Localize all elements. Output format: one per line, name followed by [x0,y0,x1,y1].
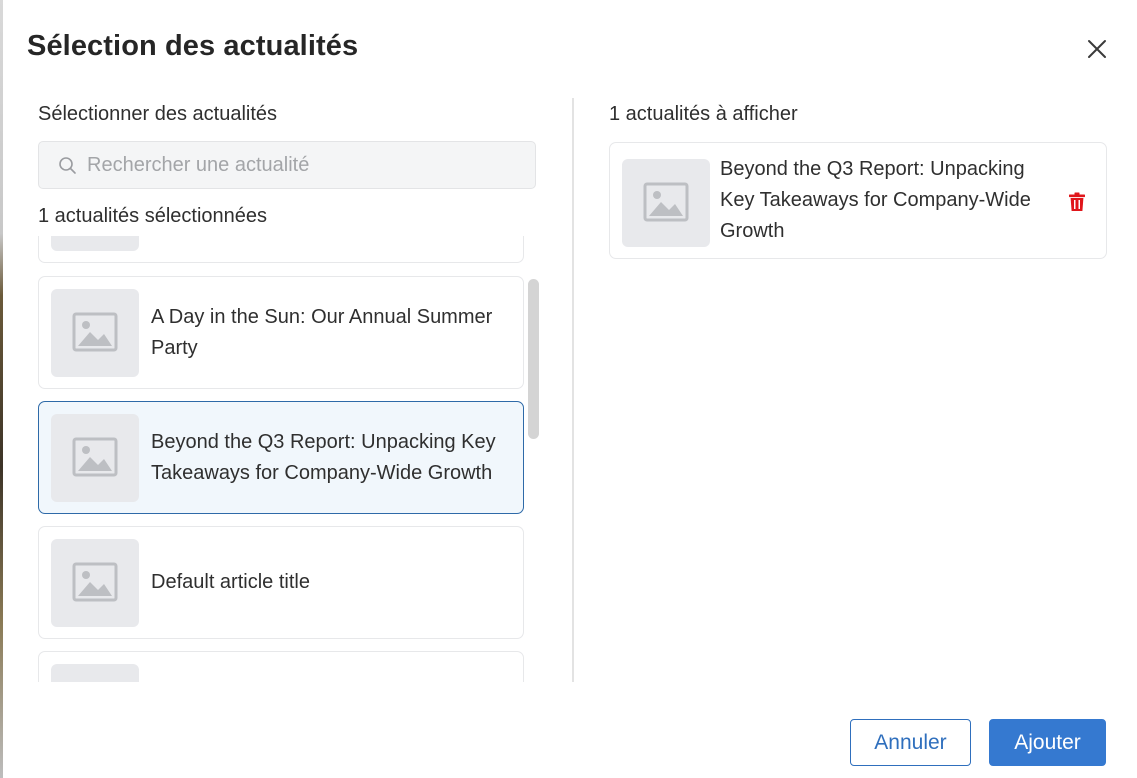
close-icon [1088,40,1106,58]
display-article-title: Beyond the Q3 Report: Unpacking Key Take… [720,158,1031,242]
article-title [151,236,511,262]
article-thumbnail [622,159,710,247]
article-card[interactable]: A Day in the Sun: Our Annual Summer Part… [38,276,524,389]
cancel-button[interactable]: Annuler [850,719,971,766]
close-button[interactable] [1084,36,1110,62]
display-article-card: Beyond the Q3 Report: Unpacking Key Take… [609,142,1107,259]
article-title: Beyond the Q3 Report: Unpacking Key Take… [151,430,496,484]
search-input[interactable] [87,142,527,188]
article-title: Default article title [151,571,310,593]
image-placeholder-icon [72,312,118,352]
select-news-label: Sélectionner des actualités [38,103,278,125]
selected-count-label: 1 actualités sélectionnées [38,205,268,227]
article-thumbnail [51,414,139,502]
article-card[interactable]: Default article title [38,526,524,639]
article-card[interactable] [38,651,524,682]
display-count-label: 1 actualités à afficher [609,103,798,125]
search-box[interactable] [38,141,536,189]
image-placeholder-icon [72,562,118,602]
search-icon [59,157,76,174]
list-scrollbar[interactable] [528,279,539,439]
article-thumbnail [51,539,139,627]
article-title [151,652,511,682]
news-selection-dialog: Sélection des actualités Sélectionner de… [3,0,1137,778]
article-thumbnail [51,236,139,251]
panel-divider [572,98,574,682]
article-title: A Day in the Sun: Our Annual Summer Part… [151,305,493,359]
image-placeholder-icon [72,437,118,477]
article-card-selected[interactable]: Beyond the Q3 Report: Unpacking Key Take… [38,401,524,514]
add-button[interactable]: Ajouter [989,719,1106,766]
article-thumbnail [51,664,139,682]
article-list[interactable]: A Day in the Sun: Our Annual Summer Part… [38,236,530,682]
article-thumbnail [51,289,139,377]
dialog-title: Sélection des actualités [27,30,359,62]
article-card[interactable] [38,236,524,263]
image-placeholder-icon [643,182,689,222]
trash-icon[interactable] [1068,192,1086,212]
